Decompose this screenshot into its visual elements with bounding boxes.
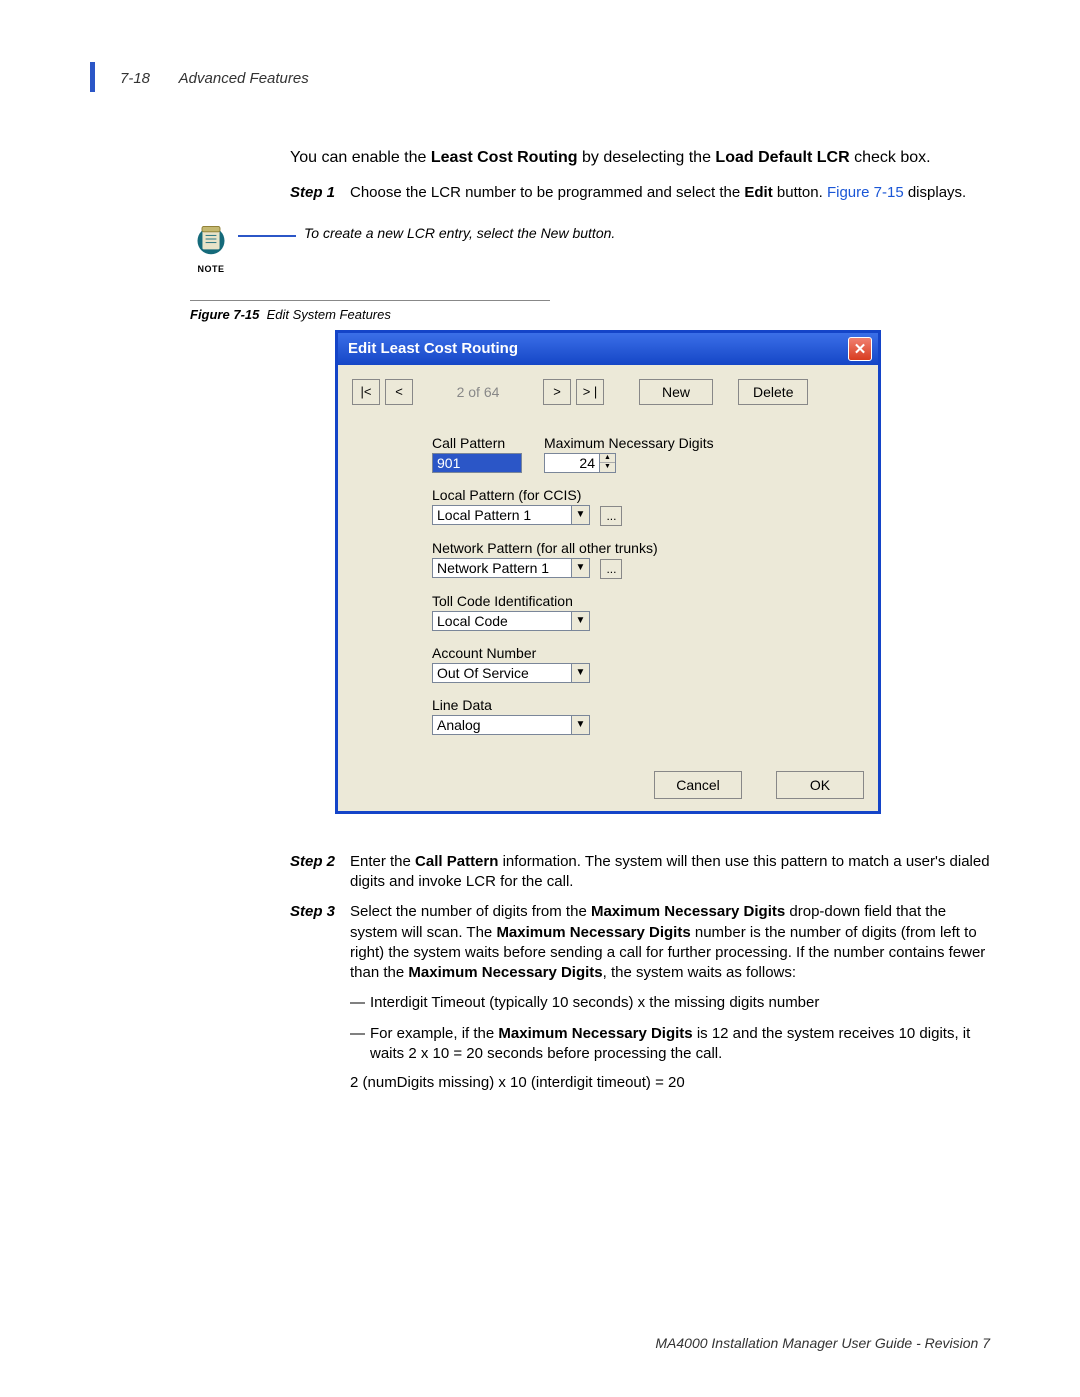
step-text: Choose the LCR number to be programmed a… — [350, 183, 990, 203]
record-counter: 2 of 64 — [418, 382, 538, 402]
record-nav-row: |< < 2 of 64 > > | New Delete — [352, 379, 864, 405]
toll-code-value: Local Code — [432, 611, 572, 631]
sublist-item: Interdigit Timeout (typically 10 seconds… — [370, 993, 819, 1013]
nav-last-button[interactable]: > | — [576, 379, 604, 405]
account-combo[interactable]: Out Of Service ▼ — [432, 663, 590, 683]
local-pattern-ellipsis-button[interactable]: ... — [600, 506, 622, 526]
new-button[interactable]: New — [639, 379, 713, 405]
page-footer: MA4000 Installation Manager User Guide -… — [655, 1335, 990, 1351]
chevron-down-icon[interactable]: ▼ — [572, 611, 590, 631]
dialog-footer: Cancel OK — [352, 749, 864, 799]
step-text: Enter the Call Pattern information. The … — [350, 852, 990, 893]
network-pattern-label: Network Pattern (for all other trunks) — [432, 540, 864, 556]
max-digits-stepper[interactable]: 24 ▲▼ — [544, 453, 616, 473]
account-label: Account Number — [432, 645, 864, 661]
step3-sublist: — Interdigit Timeout (typically 10 secon… — [350, 993, 990, 1064]
dash-icon: — — [350, 1024, 370, 1065]
close-button[interactable]: ✕ — [848, 337, 872, 361]
line-data-combo[interactable]: Analog ▼ — [432, 715, 590, 735]
note-text: To create a new LCR entry, select the Ne… — [304, 225, 615, 241]
network-pattern-combo[interactable]: Network Pattern 1 ▼ — [432, 558, 590, 578]
toll-code-combo[interactable]: Local Code ▼ — [432, 611, 590, 631]
dialog-title: Edit Least Cost Routing — [348, 340, 518, 357]
call-pattern-label: Call Pattern — [432, 435, 522, 451]
network-pattern-ellipsis-button[interactable]: ... — [600, 559, 622, 579]
toll-code-label: Toll Code Identification — [432, 593, 864, 609]
max-digits-label: Maximum Necessary Digits — [544, 435, 714, 451]
local-pattern-combo[interactable]: Local Pattern 1 ▼ — [432, 505, 590, 525]
note-leader-line — [238, 235, 296, 237]
titlebar: Edit Least Cost Routing ✕ — [338, 333, 878, 365]
header-accent-bar — [90, 62, 95, 92]
nav-first-button[interactable]: |< — [352, 379, 380, 405]
network-pattern-value: Network Pattern 1 — [432, 558, 572, 578]
delete-button[interactable]: Delete — [738, 379, 808, 405]
local-pattern-value: Local Pattern 1 — [432, 505, 572, 525]
note-block: NOTE To create a new LCR entry, select t… — [190, 221, 990, 274]
line-data-label: Line Data — [432, 697, 864, 713]
figure-rule — [190, 300, 550, 301]
dash-icon: — — [350, 993, 370, 1013]
account-value: Out Of Service — [432, 663, 572, 683]
note-label: NOTE — [190, 264, 232, 274]
step-3: Step 3 Select the number of digits from … — [290, 902, 990, 983]
figure-caption: Figure 7-15 Edit System Features — [190, 307, 990, 322]
step-label: Step 3 — [290, 902, 350, 983]
cancel-button[interactable]: Cancel — [654, 771, 742, 799]
figure-link[interactable]: Figure 7-15 — [827, 184, 904, 201]
nav-prev-button[interactable]: < — [385, 379, 413, 405]
note-icon: NOTE — [190, 221, 232, 274]
chevron-down-icon[interactable]: ▼ — [572, 715, 590, 735]
section-title: Advanced Features — [179, 70, 309, 87]
call-pattern-input[interactable] — [432, 453, 522, 473]
spinner-up-icon[interactable]: ▲ — [600, 454, 615, 464]
chevron-down-icon[interactable]: ▼ — [572, 663, 590, 683]
calc-line: 2 (numDigits missing) x 10 (interdigit t… — [350, 1074, 990, 1091]
max-digits-value[interactable]: 24 — [544, 453, 600, 473]
step-label: Step 2 — [290, 852, 350, 893]
nav-next-button[interactable]: > — [543, 379, 571, 405]
chevron-down-icon[interactable]: ▼ — [572, 505, 590, 525]
sublist-item: For example, if the Maximum Necessary Di… — [370, 1024, 990, 1065]
edit-lcr-dialog: Edit Least Cost Routing ✕ |< < 2 of 64 >… — [335, 330, 881, 814]
page-number: 7-18 — [120, 70, 150, 87]
line-data-value: Analog — [432, 715, 572, 735]
step-label: Step 1 — [290, 183, 350, 203]
spinner-down-icon[interactable]: ▼ — [600, 463, 615, 472]
local-pattern-label: Local Pattern (for CCIS) — [432, 487, 864, 503]
step-text: Select the number of digits from the Max… — [350, 902, 990, 983]
page-header: 7-18 Advanced Features — [120, 70, 990, 87]
ok-button[interactable]: OK — [776, 771, 864, 799]
intro-paragraph: You can enable the Least Cost Routing by… — [290, 147, 990, 169]
step-1: Step 1 Choose the LCR number to be progr… — [290, 183, 990, 203]
chevron-down-icon[interactable]: ▼ — [572, 558, 590, 578]
step-2: Step 2 Enter the Call Pattern informatio… — [290, 852, 990, 893]
